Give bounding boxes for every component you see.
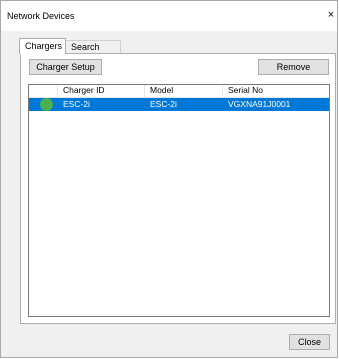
column-header-status[interactable] [29, 85, 58, 97]
close-button[interactable]: Close [289, 334, 330, 350]
column-header-charger-id[interactable]: Charger ID [58, 85, 145, 97]
network-devices-dialog: Network Devices × Chargers Search Charge… [0, 0, 338, 358]
close-icon[interactable]: × [324, 7, 338, 23]
remove-button[interactable]: Remove [258, 59, 329, 75]
column-header-model[interactable]: Model [145, 85, 223, 97]
tab-chargers[interactable]: Chargers [19, 38, 66, 54]
column-header-serial-no[interactable]: Serial No [223, 85, 329, 97]
chargers-panel: Charger Setup Remove Charger ID Model Se… [20, 53, 336, 324]
chargers-list[interactable]: Charger ID Model Serial No ESC-2i ESC-2i… [28, 84, 330, 317]
list-header: Charger ID Model Serial No [29, 85, 329, 98]
cell-serial-no: VGXNA91J0001 [228, 99, 291, 109]
green-dot-icon [40, 98, 53, 111]
table-row[interactable]: ESC-2i ESC-2i VGXNA91J0001 [29, 98, 329, 111]
tab-search[interactable]: Search [65, 40, 121, 53]
cell-model: ESC-2i [150, 99, 177, 109]
title-bar: Network Devices × [1, 1, 337, 31]
charger-setup-button[interactable]: Charger Setup [29, 59, 102, 75]
window-title: Network Devices [7, 11, 75, 21]
cell-charger-id: ESC-2i [63, 99, 90, 109]
